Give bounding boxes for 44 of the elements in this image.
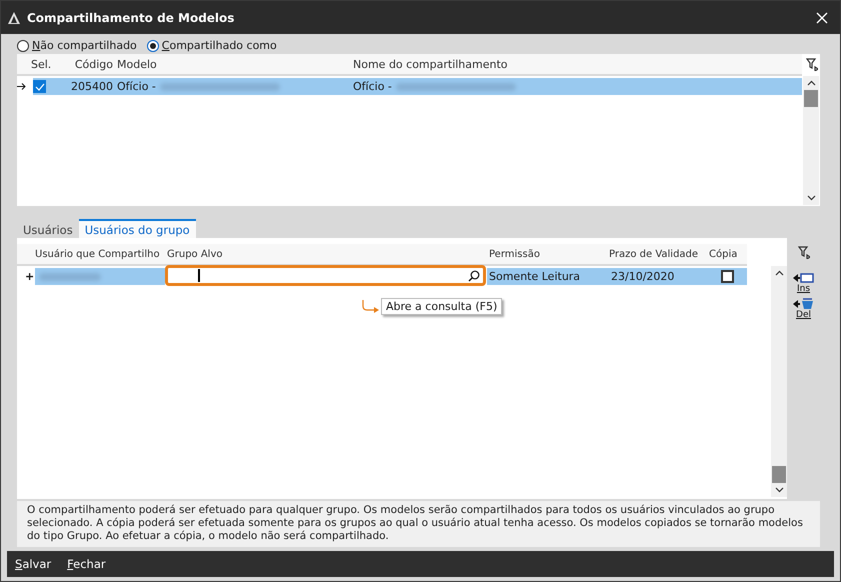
vertical-scrollbar[interactable] <box>803 76 819 205</box>
select-checkbox[interactable] <box>33 80 46 93</box>
permission-cell: Somente Leitura <box>489 270 580 283</box>
window-title: Compartilhamento de Modelos <box>27 10 236 24</box>
column-header: Cópia <box>708 248 738 260</box>
column-header: Permissão <box>488 248 541 260</box>
redacted-bar <box>39 272 101 280</box>
tab[interactable]: Usuários do grupo <box>78 219 196 238</box>
insert-button[interactable]: Ins <box>792 272 814 294</box>
column-header: Prazo de Validade <box>608 248 700 260</box>
scroll-up-icon[interactable] <box>774 270 784 276</box>
app-logo-icon <box>7 10 21 24</box>
column-header: Modelo <box>117 58 158 70</box>
code-cell: 205400 <box>71 80 113 93</box>
delete-row-icon <box>792 298 814 310</box>
current-row-arrow-icon <box>17 83 26 90</box>
info-text: O compartilhamento poderá ser efetuado para qualquer grupo. Os modelos serão compartilhados para todos os usuários vinculados ao grupo selecionado. A cópia poderá ser efetuada somente para os grupos ao qual o usuário atual tenha acesso. Os modelos copiados se tornarão modelos do tipo Grupo. Ao efetuar a cópia, o modelo não será compartilhado. <box>17 501 820 547</box>
column-header: Nome do compartilhamento <box>353 58 509 70</box>
scroll-down-icon[interactable] <box>806 195 816 201</box>
scroll-thumb[interactable] <box>804 90 818 107</box>
copy-checkbox[interactable] <box>720 270 734 283</box>
tooltip: Abre a consulta (F5) <box>381 298 502 315</box>
filter-icon[interactable] <box>798 246 810 259</box>
footer-button[interactable]: Salvar <box>15 557 52 571</box>
vertical-scrollbar[interactable] <box>771 266 787 497</box>
scroll-thumb[interactable] <box>772 466 786 483</box>
close-icon[interactable] <box>816 12 828 24</box>
column-header: Grupo Alvo <box>166 248 224 260</box>
search-icon[interactable] <box>468 270 480 282</box>
validity-cell: 23/10/2020 <box>611 270 674 283</box>
column-header: Usuário que Compartilho <box>34 248 161 260</box>
insert-row-icon <box>792 272 814 284</box>
callout-arrow-icon <box>361 300 381 314</box>
filter-icon[interactable] <box>806 58 818 71</box>
scroll-down-icon[interactable] <box>774 487 784 493</box>
delete-button[interactable]: Del <box>792 298 814 320</box>
column-header: Código <box>74 58 114 70</box>
footer-button[interactable]: Fechar <box>67 557 106 571</box>
column-header: Sel. <box>30 58 52 70</box>
share-name-cell: Ofício - <box>353 80 392 93</box>
group-search-field[interactable] <box>165 265 486 286</box>
model-cell: Ofício - <box>117 80 156 93</box>
scroll-up-icon[interactable] <box>806 80 816 86</box>
new-row-marker: + <box>25 270 34 283</box>
